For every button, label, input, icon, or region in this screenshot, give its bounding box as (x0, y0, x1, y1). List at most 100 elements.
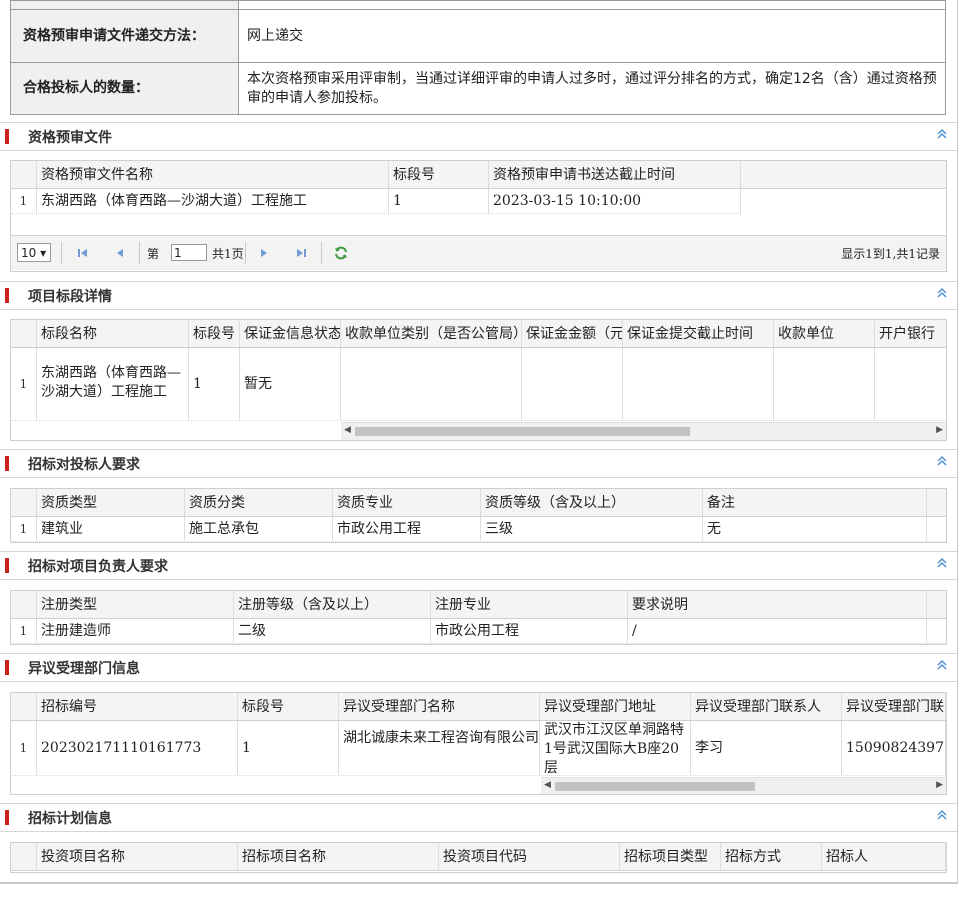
plan-grid: 投资项目名称 招标项目名称 投资项目代码 招标项目类型 招标方式 招标人 (10, 842, 947, 873)
col-header: 招标方式 (721, 843, 822, 870)
section-header-manager-reqs: 招标对项目负责人要求 (0, 551, 957, 580)
table-row[interactable]: 1 建筑业 施工总承包 市政公用工程 三级 无 (11, 517, 946, 542)
section-header-plan: 招标计划信息 (0, 803, 957, 832)
submission-method-value: 网上递交 (238, 9, 946, 63)
collapse-icon[interactable] (935, 556, 949, 570)
page-size-select[interactable]: 10 ▾ (17, 243, 51, 262)
objection-grid: 招标编号 标段号 异议受理部门名称 异议受理部门地址 异议受理部门联系人 异议受… (10, 692, 947, 795)
col-header: 保证金信息状态 (240, 320, 341, 347)
grid-header-row: 资质类型 资质分类 资质专业 资质等级（含及以上） 备注 (11, 489, 946, 517)
page-container: 资格预审申请文件递交方法： 网上递交 合格投标人的数量： 本次资格预审采用评审制… (0, 0, 958, 884)
scroll-right-icon[interactable]: ▶ (936, 780, 943, 790)
collapse-icon[interactable] (935, 658, 949, 672)
row-number: 1 (11, 517, 37, 541)
grid-header-row: 注册类型 注册等级（含及以上） 注册专业 要求说明 (11, 591, 946, 619)
col-header: 异议受理部门名称 (339, 693, 540, 720)
contact-person-cell: 李习 (691, 721, 842, 775)
row-number: 1 (11, 348, 37, 420)
next-page-icon[interactable] (256, 245, 272, 261)
last-page-icon[interactable] (293, 245, 309, 261)
col-header: 资格预审申请书送达截止时间 (489, 161, 741, 188)
horizontal-scrollbar[interactable]: ◀ ▶ (341, 422, 946, 440)
table-row[interactable]: 1 东湖西路（体育西路—沙湖大道）工程施工 1 2023-03-15 10:10… (11, 189, 741, 214)
lot-number-cell: 1 (238, 721, 339, 775)
scroll-left-icon[interactable]: ◀ (544, 780, 551, 790)
collapse-icon[interactable] (935, 454, 949, 468)
qualified-bidder-count-value: 本次资格预审采用评审制，当通过详细评审的申请人过多时，通过评分排名的方式，确定1… (238, 62, 946, 115)
section-header-prequal-docs: 资格预审文件 (0, 122, 957, 151)
rownum-header (11, 320, 37, 347)
col-header: 招标项目类型 (620, 843, 721, 870)
info-cell-empty-label (10, 0, 239, 10)
col-header: 资质类型 (37, 489, 185, 516)
qualification-level-cell: 三级 (481, 517, 703, 541)
col-header: 注册等级（含及以上） (234, 591, 431, 618)
scrollbar-thumb[interactable] (555, 782, 755, 791)
collapse-icon[interactable] (935, 286, 949, 300)
scroll-left-icon[interactable]: ◀ (344, 425, 351, 435)
col-header: 备注 (703, 489, 927, 516)
pager-divider (321, 242, 322, 264)
section-title: 招标计划信息 (28, 811, 112, 827)
collapse-icon[interactable] (935, 808, 949, 822)
col-header: 资质分类 (185, 489, 333, 516)
note-cell: 无 (703, 517, 927, 541)
prev-page-icon[interactable] (112, 245, 128, 261)
section-title: 资格预审文件 (28, 130, 112, 146)
col-header: 资质等级（含及以上） (481, 489, 703, 516)
submission-method-label: 资格预审申请文件递交方法： (10, 9, 239, 63)
tender-code-cell: 202302171110161773 (37, 721, 238, 775)
qualified-bidder-count-label: 合格投标人的数量： (10, 62, 239, 115)
col-header: 标段号 (389, 161, 489, 188)
empty-cell (875, 348, 946, 420)
table-row[interactable]: 1 注册建造师 二级 市政公用工程 / (11, 619, 946, 644)
row-number: 1 (11, 189, 37, 213)
empty-cell (774, 348, 875, 420)
scrollbar-thumb[interactable] (355, 427, 690, 436)
section-accent-bar (5, 456, 9, 471)
refresh-icon[interactable] (333, 245, 349, 261)
requirement-desc-cell: / (628, 619, 927, 643)
lot-details-grid: 标段名称 标段号 保证金信息状态 收款单位类别（是否公管局） 保证金金额（元） … (10, 319, 947, 441)
scroll-right-icon[interactable]: ▶ (936, 425, 943, 435)
doc-name-cell: 东湖西路（体育西路—沙湖大道）工程施工 (37, 189, 389, 213)
empty-cell (341, 348, 522, 420)
col-header: 投资项目名称 (37, 843, 238, 870)
col-header: 保证金提交截止时间 (623, 320, 774, 347)
registration-major-cell: 市政公用工程 (431, 619, 628, 643)
grid-header-row: 资格预审文件名称 标段号 资格预审申请书送达截止时间 (11, 161, 946, 189)
col-header: 收款单位 (774, 320, 875, 347)
page-total-label: 共1页 (212, 247, 244, 261)
lot-number-cell: 1 (189, 348, 240, 420)
section-accent-bar (5, 288, 9, 303)
col-header: 标段号 (238, 693, 339, 720)
col-header: 异议受理部门地址 (540, 693, 691, 720)
col-header: 招标人 (822, 843, 946, 870)
col-header: 注册类型 (37, 591, 234, 618)
first-page-icon[interactable] (75, 245, 91, 261)
qualification-type-cell: 建筑业 (37, 517, 185, 541)
col-header: 保证金金额（元） (522, 320, 623, 347)
table-row[interactable]: 1 202302171110161773 1 湖北诚康未来工程咨询有限公司 武汉… (11, 721, 946, 776)
rownum-header (11, 161, 37, 188)
rownum-header (11, 591, 37, 618)
pager-divider (245, 242, 246, 264)
grid-header-row: 标段名称 标段号 保证金信息状态 收款单位类别（是否公管局） 保证金金额（元） … (11, 320, 946, 348)
qualification-major-cell: 市政公用工程 (333, 517, 481, 541)
section-title: 异议受理部门信息 (28, 661, 140, 677)
collapse-icon[interactable] (935, 127, 949, 141)
rownum-header (11, 693, 37, 720)
pager-divider (61, 242, 62, 264)
pagination-bar: 10 ▾ 第 1 共1页 显示1到1,共1记录 (11, 235, 946, 270)
qualification-category-cell: 施工总承包 (185, 517, 333, 541)
page-number-input[interactable]: 1 (171, 244, 207, 261)
col-header: 资质专业 (333, 489, 481, 516)
table-row[interactable]: 1 东湖西路（体育西路—沙湖大道）工程施工 1 暂无 (11, 348, 946, 421)
horizontal-scrollbar[interactable]: ◀ ▶ (541, 777, 946, 794)
rownum-header (11, 489, 37, 516)
grid-header-row: 招标编号 标段号 异议受理部门名称 异议受理部门地址 异议受理部门联系人 异议受… (11, 693, 946, 721)
dept-address-cell: 武汉市江汉区单洞路特1号武汉国际大B座20层 (540, 721, 691, 775)
row-number: 1 (11, 619, 37, 643)
section-header-bidder-reqs: 招标对投标人要求 (0, 449, 957, 478)
registration-level-cell: 二级 (234, 619, 431, 643)
